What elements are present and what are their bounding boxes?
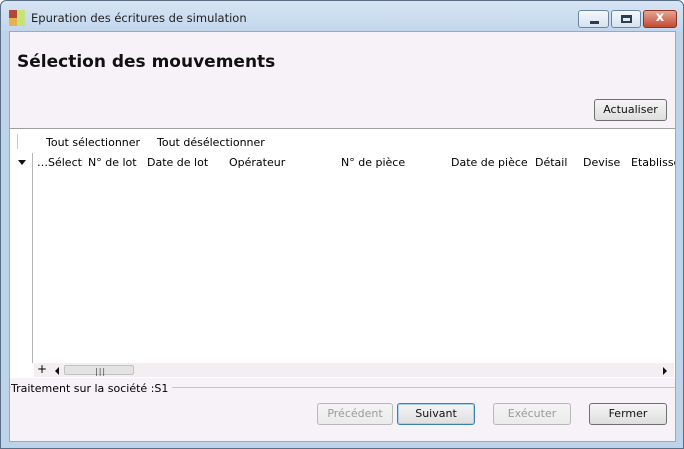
maximize-icon: [621, 15, 632, 23]
scroll-right-icon[interactable]: [663, 367, 667, 375]
scroll-left-icon[interactable]: [55, 367, 59, 375]
toolbar-separator: [17, 134, 18, 149]
window-title: Epuration des écritures de simulation: [31, 11, 247, 25]
deselect-all-button[interactable]: Tout désélectionner: [157, 136, 265, 149]
window: Epuration des écritures de simulation x …: [0, 0, 684, 449]
add-row-icon[interactable]: +: [37, 362, 47, 376]
column-header-operator[interactable]: Opérateur: [229, 156, 329, 169]
column-header-establishment[interactable]: Etablisse: [631, 156, 675, 169]
refresh-button[interactable]: Actualiser: [594, 99, 667, 121]
grid-header-row: …Sélecti N° de lot Date de lot Opérateur…: [10, 153, 675, 171]
app-icon: [9, 10, 25, 26]
select-all-button[interactable]: Tout sélectionner: [46, 136, 140, 149]
column-header-document-number[interactable]: N° de pièce: [341, 156, 441, 169]
column-header-detail[interactable]: Détail: [535, 156, 575, 169]
company-label: Traitement sur la société :S1: [11, 382, 173, 395]
column-header-currency[interactable]: Devise: [583, 156, 623, 169]
page-title: Sélection des mouvements: [17, 52, 276, 72]
triangle-down-icon[interactable]: [18, 160, 26, 165]
maximize-button[interactable]: [611, 10, 641, 28]
column-header-batch-number[interactable]: N° de lot: [88, 156, 143, 169]
minimize-icon: [590, 21, 599, 24]
client-area: Sélection des mouvements Actualiser Tout…: [9, 31, 676, 442]
grid-toolbar: Tout sélectionner Tout désélectionner: [10, 129, 675, 153]
next-button[interactable]: Suivant: [397, 403, 475, 425]
minimize-button[interactable]: [578, 10, 609, 28]
column-header-document-date[interactable]: Date de pièce: [451, 156, 531, 169]
scrollbar-grip: |||: [95, 367, 107, 376]
title-bar[interactable]: Epuration des écritures de simulation x: [1, 1, 683, 31]
scrollbar-thumb[interactable]: |||: [64, 365, 134, 376]
column-header-selection[interactable]: …Sélecti: [37, 156, 83, 169]
close-window-button[interactable]: x: [643, 10, 677, 28]
close-icon: x: [655, 10, 665, 25]
execute-button[interactable]: Exécuter: [493, 403, 571, 425]
previous-button[interactable]: Précédent: [317, 403, 393, 425]
grid-row-gutter: [32, 153, 33, 363]
movements-grid: Tout sélectionner Tout désélectionner …S…: [10, 128, 675, 378]
column-header-batch-date[interactable]: Date de lot: [147, 156, 217, 169]
close-button[interactable]: Fermer: [589, 403, 667, 425]
